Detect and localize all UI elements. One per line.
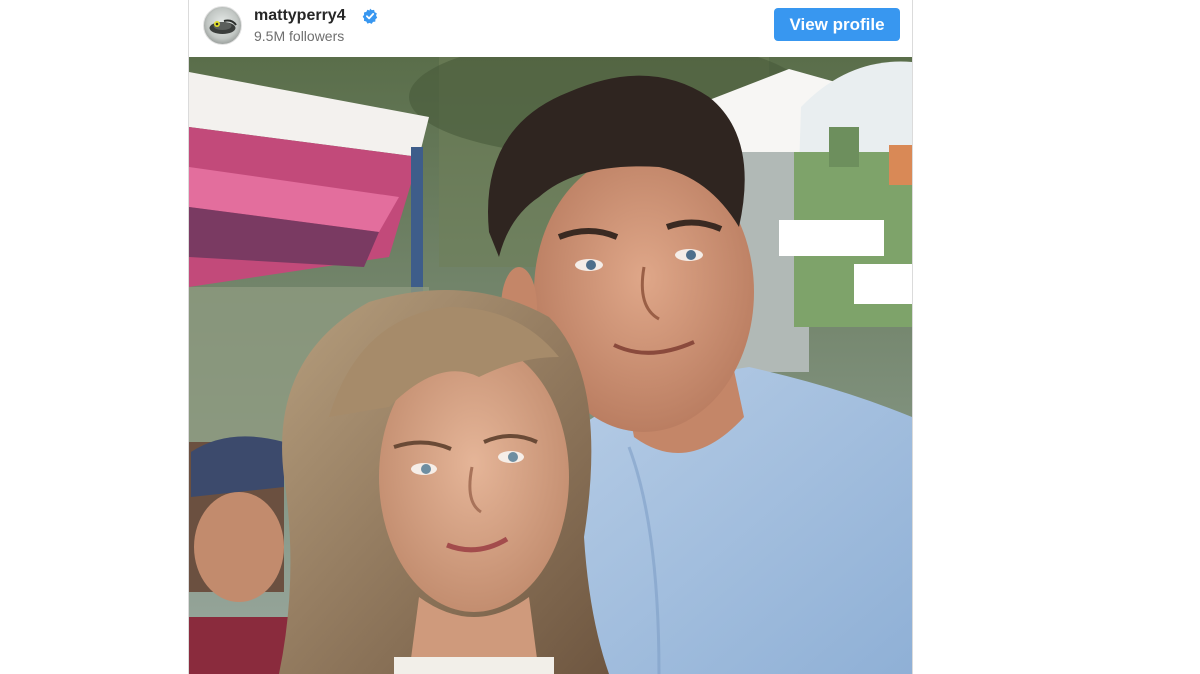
profile-avatar[interactable] [203,6,242,45]
view-profile-button[interactable]: View profile [774,8,900,41]
post-photo[interactable] [189,57,912,674]
post-header: mattyperry4 9.5M followers View profile [189,0,912,58]
avatar-image [209,19,237,34]
follower-count: 9.5M followers [254,28,345,44]
instagram-embed: mattyperry4 9.5M followers View profile [188,0,913,674]
profile-username[interactable]: mattyperry4 [254,7,346,25]
photo-image [189,57,912,674]
verified-badge-icon [362,8,378,24]
